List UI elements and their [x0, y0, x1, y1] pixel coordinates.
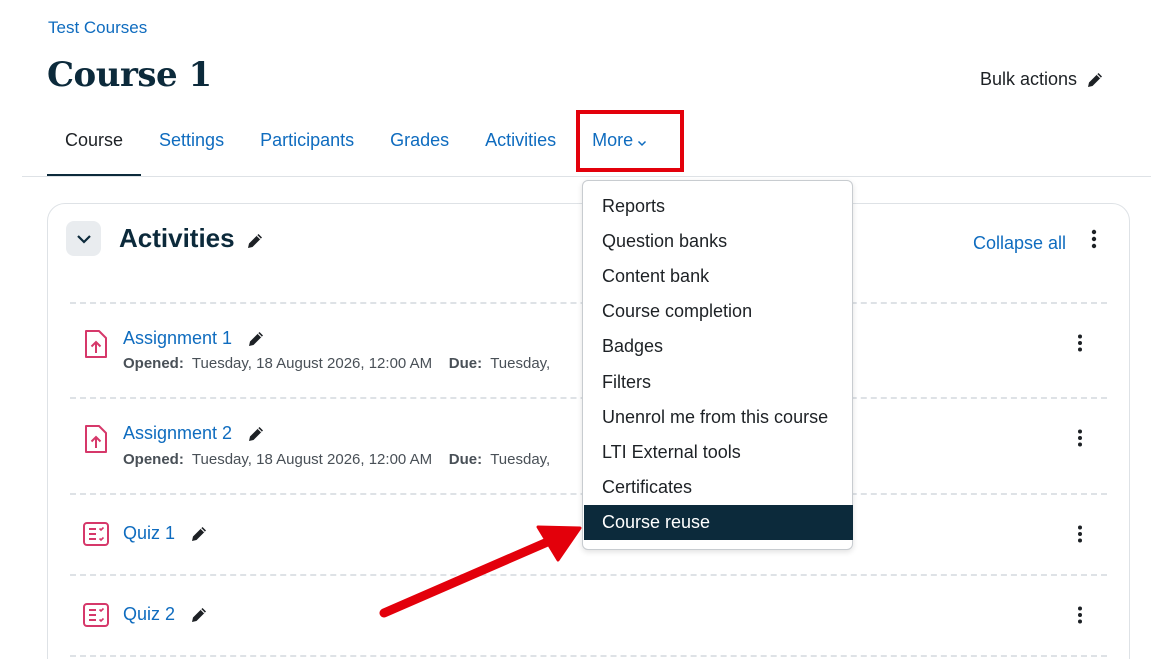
due-label: Due: [448, 451, 483, 468]
tab-course[interactable]: Course [47, 120, 142, 177]
activity-name: Quiz 2 [123, 604, 176, 624]
menu-item-reports[interactable]: Reports [584, 189, 853, 224]
section-title-text: Activities [119, 223, 235, 253]
quiz-icon [83, 603, 109, 627]
breadcrumb[interactable]: Test Courses [48, 18, 147, 38]
activity-link[interactable]: Quiz 1 [123, 523, 209, 544]
menu-item-certificates[interactable]: Certificates [584, 470, 853, 505]
pencil-icon[interactable] [245, 231, 265, 251]
tab-settings[interactable]: Settings [141, 120, 242, 177]
tab-grades[interactable]: Grades [372, 120, 467, 177]
opened-label: Opened: [123, 451, 184, 468]
menu-item-filters[interactable]: Filters [584, 365, 853, 400]
activity-dates: Opened: Tuesday, 18 August 2026, 12:00 A… [123, 451, 550, 468]
page-title: Course 1 [47, 55, 212, 95]
due-value: Tuesday, [490, 355, 551, 372]
tab-activities[interactable]: Activities [467, 120, 574, 177]
pencil-icon[interactable] [246, 424, 266, 444]
menu-item-badges[interactable]: Badges [584, 329, 853, 364]
menu-item-lti-external-tools[interactable]: LTI External tools [584, 435, 853, 470]
opened-label: Opened: [123, 355, 184, 372]
activity-item-quiz-2: Quiz 2 [70, 575, 1107, 655]
due-label: Due: [448, 355, 483, 372]
menu-item-unenrol[interactable]: Unenrol me from this course [584, 400, 853, 435]
tabs-divider [22, 176, 1151, 177]
tab-participants[interactable]: Participants [242, 120, 372, 177]
section-title: Activities [119, 223, 265, 254]
chevron-down-icon [76, 234, 91, 244]
pencil-icon [1088, 72, 1103, 87]
menu-item-course-reuse[interactable]: Course reuse [584, 505, 853, 540]
bulk-actions-label: Bulk actions [980, 69, 1078, 89]
activity-name: Assignment 2 [123, 423, 233, 443]
pencil-icon[interactable] [189, 524, 209, 544]
kebab-menu-icon[interactable] [1073, 605, 1087, 625]
pencil-icon[interactable] [246, 329, 266, 349]
activity-link[interactable]: Assignment 2 [123, 423, 266, 444]
activity-divider [70, 655, 1107, 657]
kebab-menu-icon[interactable] [1073, 428, 1087, 448]
assignment-icon [85, 330, 107, 358]
due-value: Tuesday, [490, 451, 551, 468]
course-nav-tabs: Course Settings Participants Grades Acti… [47, 120, 665, 177]
menu-item-course-completion[interactable]: Course completion [584, 294, 853, 329]
bulk-actions-button[interactable]: Bulk actions [980, 69, 1105, 90]
more-dropdown-menu: Reports Question banks Content bank Cour… [582, 180, 853, 550]
more-tab-highlight [576, 110, 684, 172]
activity-name: Quiz 1 [123, 523, 176, 543]
kebab-menu-icon[interactable] [1086, 228, 1102, 250]
activity-dates: Opened: Tuesday, 18 August 2026, 12:00 A… [123, 355, 550, 372]
opened-value: Tuesday, 18 August 2026, 12:00 AM [191, 451, 433, 468]
collapse-all-link[interactable]: Collapse all [973, 233, 1066, 254]
activity-link[interactable]: Quiz 2 [123, 604, 209, 625]
activity-link[interactable]: Assignment 1 [123, 328, 266, 349]
menu-item-question-banks[interactable]: Question banks [584, 224, 853, 259]
section-collapse-toggle[interactable] [66, 221, 101, 256]
activity-name: Assignment 1 [123, 328, 233, 348]
assignment-icon [85, 425, 107, 453]
kebab-menu-icon[interactable] [1073, 524, 1087, 544]
pencil-icon[interactable] [189, 605, 209, 625]
menu-item-content-bank[interactable]: Content bank [584, 259, 853, 294]
kebab-menu-icon[interactable] [1073, 333, 1087, 353]
quiz-icon [83, 522, 109, 546]
opened-value: Tuesday, 18 August 2026, 12:00 AM [191, 355, 433, 372]
